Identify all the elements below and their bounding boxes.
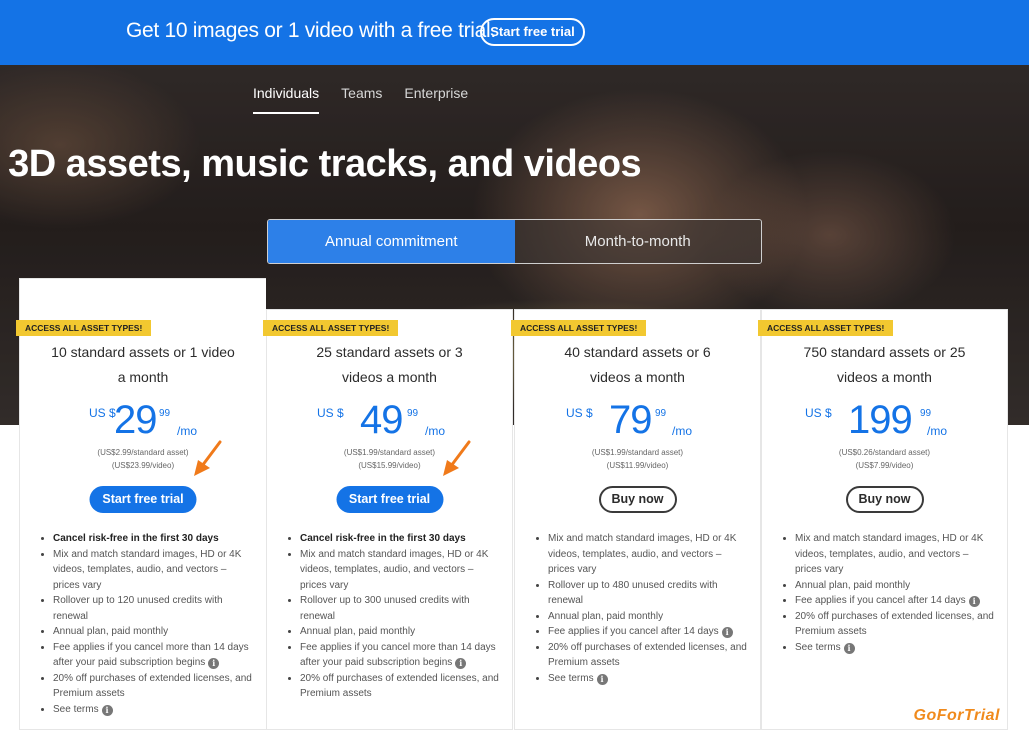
feature-item: Mix and match standard images, HD or 4K … <box>783 531 995 578</box>
access-badge: ACCESS ALL ASSET TYPES! <box>758 320 894 336</box>
price-period: /mo <box>177 424 198 438</box>
feature-item: Cancel risk-free in the first 30 days <box>41 531 254 547</box>
price-currency: US $ <box>566 406 593 420</box>
price-period: /mo <box>425 424 446 438</box>
plan-price: US $ 79 99 /mo <box>515 398 760 446</box>
plan-title: 40 standard assets or 6 videos a month <box>564 344 711 385</box>
feature-item: Mix and match standard images, HD or 4K … <box>536 531 748 578</box>
promo-banner: Get 10 images or 1 video with a free tri… <box>0 0 1029 65</box>
plan-features-list: Mix and match standard images, HD or 4K … <box>536 531 748 687</box>
plan-card-1: ACCESS ALL ASSET TYPES! 10 standard asse… <box>16 278 266 730</box>
price-period: /mo <box>927 424 948 438</box>
plan-title: 10 standard assets or 1 video a month <box>51 344 235 385</box>
watermark-logo: GoForTrial <box>913 707 1000 724</box>
feature-item: 20% off purchases of extended licenses, … <box>783 609 995 640</box>
info-icon[interactable]: i <box>101 704 113 716</box>
feature-item: Annual plan, paid monthly <box>288 624 500 640</box>
feature-item: Fee applies if you cancel more than 14 d… <box>288 640 500 671</box>
access-badge: ACCESS ALL ASSET TYPES! <box>511 320 647 336</box>
per-video-price: (US$7.99/video) <box>855 461 914 470</box>
plan-features-list: Cancel risk-free in the first 30 days Mix… <box>41 531 254 718</box>
feature-item[interactable]: See terms i <box>536 671 748 687</box>
plan-features-list: Mix and match standard images, HD or 4K … <box>783 531 995 656</box>
price-amount: 49 <box>360 398 403 442</box>
plan-price: US $ 199 99 /mo <box>762 398 1007 446</box>
per-asset-price: (US$1.99/standard asset) <box>591 448 684 457</box>
plan-price: US $ 29 99 /mo <box>20 398 266 446</box>
tab-individuals[interactable]: Individuals <box>253 85 320 114</box>
feature-item: Annual plan, paid monthly <box>41 624 254 640</box>
plan-features-list: Cancel risk-free in the first 30 days Mix… <box>288 531 500 702</box>
plan-title: 750 standard assets or 25 videos a month <box>803 344 966 385</box>
per-video-price: (US$11.99/video) <box>606 461 669 470</box>
price-amount: 29 <box>114 398 157 442</box>
plan-title: 25 standard assets or 3 videos a month <box>316 344 463 385</box>
start-free-trial-button[interactable]: Start free trial <box>89 486 197 513</box>
tab-teams[interactable]: Teams <box>341 85 382 114</box>
feature-item: Mix and match standard images, HD or 4K … <box>288 547 500 594</box>
feature-item[interactable]: See terms i <box>783 640 995 656</box>
audience-tabs: Individuals Teams Enterprise <box>253 85 468 114</box>
info-icon[interactable]: i <box>596 673 608 685</box>
price-cents: 99 <box>407 408 419 419</box>
feature-item[interactable]: See terms i <box>41 702 254 718</box>
plan-card-4: ACCESS ALL ASSET TYPES! 750 standard ass… <box>758 309 1008 730</box>
tab-enterprise[interactable]: Enterprise <box>404 85 468 114</box>
buy-now-button[interactable]: Buy now <box>845 486 924 513</box>
annual-commitment-option[interactable]: Annual commitment <box>268 220 515 263</box>
feature-item: Rollover up to 300 unused credits with r… <box>288 593 500 624</box>
start-free-trial-button[interactable]: Start free trial <box>336 486 443 513</box>
feature-item: Annual plan, paid monthly <box>783 578 995 594</box>
banner-start-trial-button[interactable]: Start free trial <box>480 18 585 46</box>
billing-toggle: Annual commitment Month-to-month <box>267 219 762 264</box>
feature-item: Cancel risk-free in the first 30 days <box>288 531 500 547</box>
price-currency: US $ <box>89 406 116 420</box>
feature-item: 20% off purchases of extended licenses, … <box>288 671 500 702</box>
per-asset-price: (US$0.26/standard asset) <box>838 448 931 457</box>
access-badge: ACCESS ALL ASSET TYPES! <box>16 320 152 336</box>
price-amount: 79 <box>609 398 652 442</box>
price-cents: 99 <box>920 408 932 419</box>
feature-item: Fee applies if you cancel after 14 days i <box>536 624 748 640</box>
feature-item: Rollover up to 480 unused credits with r… <box>536 578 748 609</box>
price-currency: US $ <box>805 406 832 420</box>
feature-item: 20% off purchases of extended licenses, … <box>41 671 254 702</box>
annotation-arrow-1 <box>194 440 222 476</box>
info-icon[interactable]: i <box>843 642 855 654</box>
plan-card-2: ACCESS ALL ASSET TYPES! 25 standard asse… <box>263 309 513 730</box>
price-currency: US $ <box>317 406 344 420</box>
feature-item: 20% off purchases of extended licenses, … <box>536 640 748 671</box>
annotation-arrow-2 <box>443 440 471 476</box>
access-badge: ACCESS ALL ASSET TYPES! <box>263 320 399 336</box>
buy-now-button[interactable]: Buy now <box>598 486 677 513</box>
promo-text: Get 10 images or 1 video with a free tri… <box>126 19 496 42</box>
per-video-price: (US$23.99/video) <box>111 461 175 470</box>
feature-item: Annual plan, paid monthly <box>536 609 748 625</box>
info-icon[interactable]: i <box>208 658 220 669</box>
info-icon[interactable]: i <box>455 658 467 669</box>
month-to-month-option[interactable]: Month-to-month <box>514 220 761 263</box>
feature-item: Mix and match standard images, HD or 4K … <box>41 547 254 594</box>
per-asset-price: (US$2.99/standard asset) <box>97 448 189 457</box>
info-icon[interactable]: i <box>968 596 980 607</box>
price-cents: 99 <box>655 408 667 419</box>
price-period: /mo <box>672 424 693 438</box>
price-amount: 199 <box>848 398 913 442</box>
feature-item: Fee applies if you cancel after 14 days i <box>783 593 995 609</box>
feature-item: Rollover up to 120 unused credits with r… <box>41 593 254 624</box>
hero-title: , 3D assets, music tracks, and videos <box>0 143 642 185</box>
plan-card-3: ACCESS ALL ASSET TYPES! 40 standard asse… <box>511 309 761 730</box>
price-cents: 99 <box>159 408 171 419</box>
feature-item: Fee applies if you cancel more than 14 d… <box>41 640 254 671</box>
info-icon[interactable]: i <box>721 627 733 638</box>
